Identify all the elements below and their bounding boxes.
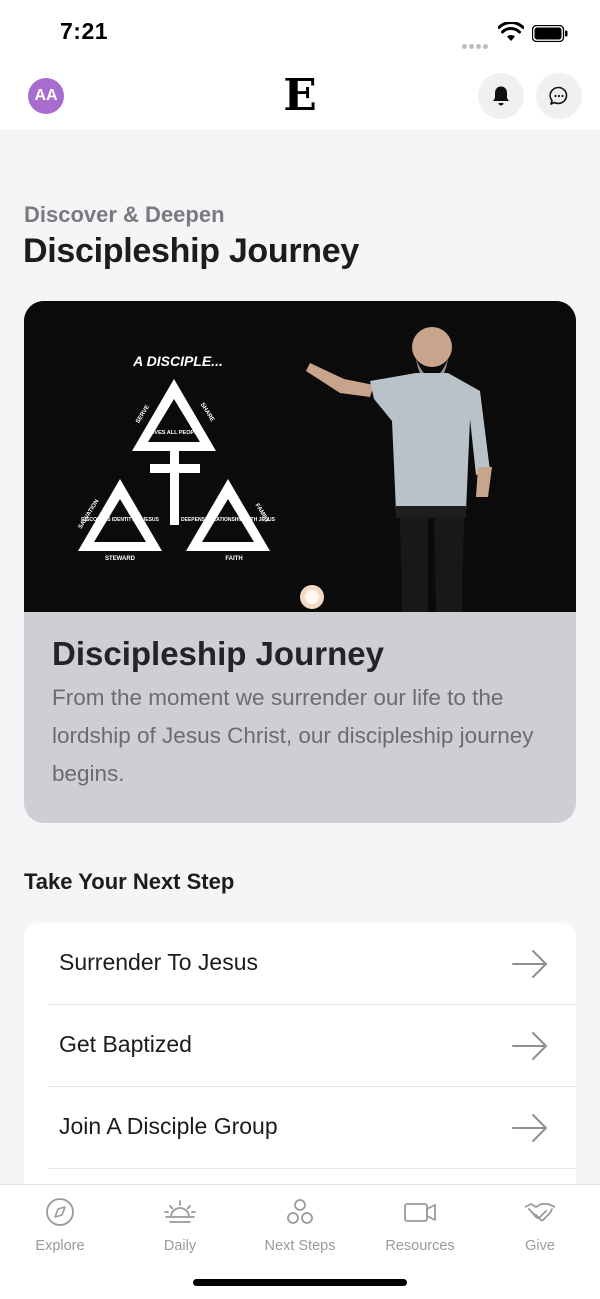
status-time: 7:21 [60,18,109,44]
hero-image: A DISCIPLE... LOVES ALL PEOPLE DISCOVERS… [24,301,576,612]
status-bar: 7:21 [0,0,600,64]
card-title: Discipleship Journey [52,635,384,672]
home-indicator[interactable] [193,1279,407,1286]
graphic-steward: STEWARD [105,556,136,562]
list-item-label: Surrender To Jesus [59,949,259,975]
church-logo: E [283,70,317,121]
arrow-right-icon [512,1032,547,1060]
battery-icon [532,25,568,42]
tab-give[interactable]: Give [480,1185,600,1265]
tab-resources[interactable]: Resources [360,1185,480,1265]
graphic-faith: FAITH [225,556,242,562]
graphic-heading: A DISCIPLE... [132,353,223,369]
circles-icon [287,1199,313,1224]
discipleship-journey-card[interactable]: A DISCIPLE... LOVES ALL PEOPLE DISCOVERS… [24,301,576,823]
list-item-surrender[interactable]: Surrender To Jesus [48,923,576,1005]
messages-button[interactable] [536,73,582,119]
tab-next-steps[interactable]: Next Steps [240,1185,360,1265]
video-icon [404,1203,436,1222]
top-app-bar: AA E [0,64,600,130]
handshake-icon [524,1203,556,1222]
wifi-icon [498,22,524,41]
bell-icon [493,86,509,106]
tab-label: Explore [35,1238,85,1254]
sunrise-icon [164,1200,196,1223]
avatar[interactable]: AA [28,78,64,114]
page-subtitle: Discover & Deepen [24,202,225,227]
card-description: From the moment we surrender our life to… [52,685,534,786]
signal-icon [462,36,490,49]
tab-explore[interactable]: Explore [0,1185,120,1265]
chat-bubble-icon [549,86,568,105]
section-title: Take Your Next Step [24,869,235,894]
tab-daily[interactable]: Daily [120,1185,240,1265]
arrow-right-icon [512,1114,547,1142]
arrow-right-icon [512,950,547,978]
graphic-left-label: DISCOVERS IDENTITY IN JESUS [81,517,159,523]
tab-label: Daily [163,1238,197,1254]
notifications-button[interactable] [478,73,524,119]
tab-label: Give [525,1238,555,1254]
list-item-label: Join A Disciple Group [59,1113,278,1139]
list-item-baptized[interactable]: Get Baptized [48,1005,576,1087]
page-title: Discipleship Journey [23,232,359,270]
list-item-label: Get Baptized [59,1031,192,1057]
next-steps-list: Surrender To Jesus Get Baptized Join A D… [24,923,576,1185]
compass-icon [46,1198,74,1226]
tab-label: Resources [385,1238,455,1254]
tab-label: Next Steps [264,1238,336,1254]
graphic-top-label: LOVES ALL PEOPLE [147,430,202,436]
list-item-disciple-group[interactable]: Join A Disciple Group [48,1087,576,1169]
